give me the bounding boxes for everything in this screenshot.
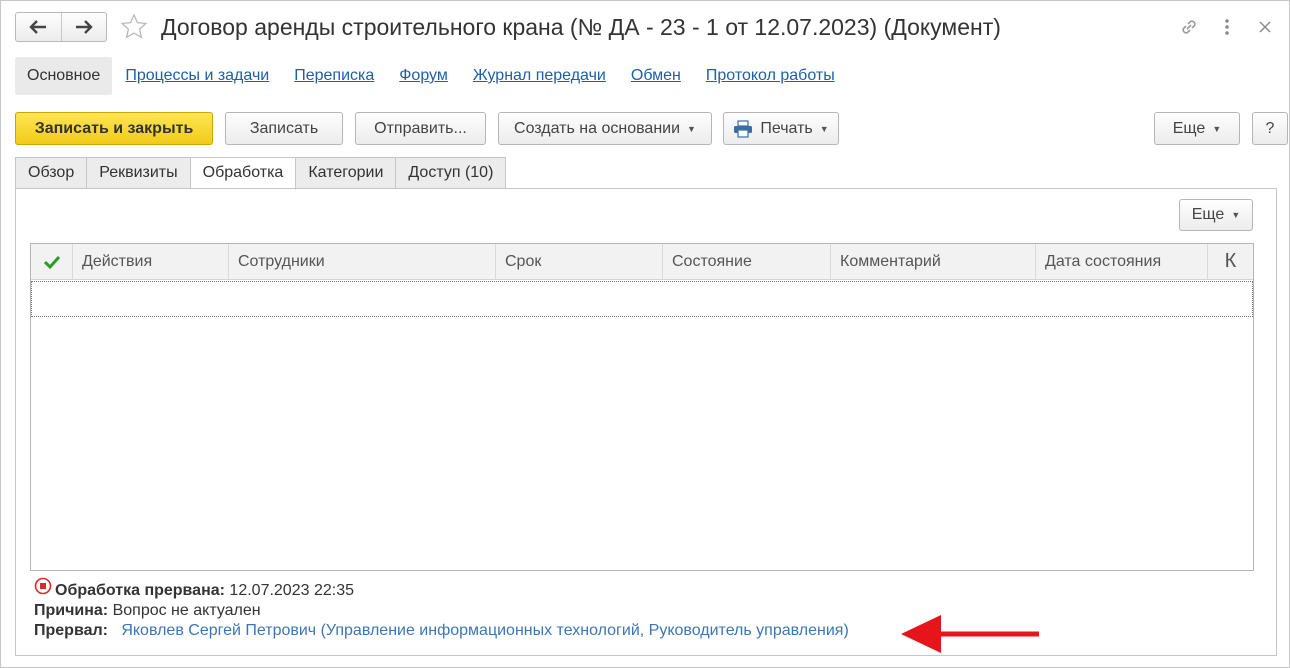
tab-overview[interactable]: Обзор: [15, 157, 88, 189]
annotation-arrow-icon: [901, 615, 1039, 653]
secnav-transfer-log[interactable]: Журнал передачи: [473, 67, 606, 85]
secnav-main[interactable]: Основное: [15, 57, 113, 95]
close-icon[interactable]: [1253, 15, 1277, 39]
document-window: Договор аренды строительного крана (№ ДА…: [0, 0, 1290, 668]
secnav-work-log[interactable]: Протокол работы: [706, 67, 835, 85]
status-reason-line: Причина: Вопрос не актуален: [34, 601, 849, 621]
create-based-button[interactable]: Создать на основании ▼: [498, 112, 712, 145]
more-button[interactable]: Еще ▼: [1154, 112, 1240, 145]
status-by-label: Прервал:: [34, 622, 108, 639]
back-button[interactable]: [16, 13, 61, 41]
print-label: Печать: [760, 119, 813, 137]
panel-more-label: Еще: [1191, 206, 1225, 223]
send-button[interactable]: Отправить...: [355, 112, 486, 145]
column-header-employees[interactable]: Сотрудники: [229, 244, 496, 279]
status-stopped-label: Обработка прервана:: [55, 582, 225, 599]
column-header-deadline[interactable]: Срок: [496, 244, 663, 279]
chevron-down-icon: ▼: [819, 123, 829, 134]
printer-icon: [734, 119, 753, 138]
page-title: Договор аренды строительного крана (№ ДА…: [161, 14, 1001, 40]
status-reason-label: Причина:: [34, 602, 109, 619]
status-by-line: Прервал: Яковлев Сергей Петрович (Управл…: [34, 621, 849, 641]
status-stopped-line: Обработка прервана: 12.07.2023 22:35: [34, 577, 849, 601]
create-based-label: Создать на основании: [514, 119, 681, 137]
processing-status: Обработка прервана: 12.07.2023 22:35 При…: [34, 577, 849, 641]
more-vertical-icon[interactable]: [1215, 15, 1239, 39]
star-icon[interactable]: [120, 13, 148, 41]
column-header-state[interactable]: Состояние: [663, 244, 831, 279]
nav-buttons: [15, 12, 107, 42]
back-arrow-icon: [29, 20, 47, 34]
chevron-down-icon: ▼: [1212, 123, 1222, 134]
status-by-user-link[interactable]: Яковлев Сергей Петрович (Управление инфо…: [121, 622, 848, 640]
help-button[interactable]: ?: [1252, 112, 1288, 145]
tab-bar: Обзор Реквизиты Обработка Категории Дост…: [15, 157, 507, 190]
processing-panel: Еще ▼ Действия Сотрудники Срок Состояние…: [15, 188, 1277, 656]
chevron-down-icon: ▼: [1231, 210, 1241, 220]
checkmark-icon: [43, 255, 60, 269]
status-reason-value: Вопрос не актуален: [112, 602, 261, 619]
forward-button[interactable]: [60, 13, 106, 41]
more-label: Еще: [1172, 119, 1206, 137]
tab-access[interactable]: Доступ (10): [396, 157, 507, 189]
processing-table: Действия Сотрудники Срок Состояние Комме…: [30, 243, 1254, 571]
secnav-processes[interactable]: Процессы и задачи: [125, 67, 269, 85]
column-header-state-date[interactable]: Дата состояния: [1036, 244, 1208, 279]
secnav-forum[interactable]: Форум: [399, 67, 448, 85]
secnav-exchange[interactable]: Обмен: [631, 67, 681, 85]
save-button[interactable]: Записать: [225, 112, 343, 145]
table-row[interactable]: [31, 281, 1253, 317]
title-bar: Договор аренды строительного крана (№ ДА…: [15, 11, 1277, 43]
window-controls: [1177, 15, 1277, 39]
toolbar: Записать и закрыть Записать Отправить...…: [15, 112, 1288, 146]
forward-arrow-icon: [75, 20, 93, 34]
save-close-button[interactable]: Записать и закрыть: [15, 112, 213, 145]
print-button[interactable]: Печать ▼: [723, 112, 839, 145]
column-header-actions[interactable]: Действия: [73, 244, 229, 279]
link-icon[interactable]: [1177, 15, 1201, 39]
section-nav: Основное Процессы и задачи Переписка Фор…: [15, 57, 835, 95]
tab-processing[interactable]: Обработка: [190, 157, 297, 190]
column-header-k[interactable]: К: [1208, 244, 1253, 279]
chevron-down-icon: ▼: [687, 123, 696, 134]
stop-icon: [34, 577, 52, 595]
tab-categories[interactable]: Категории: [296, 157, 397, 189]
panel-more-button[interactable]: Еще ▼: [1179, 199, 1253, 231]
column-header-comment[interactable]: Комментарий: [831, 244, 1036, 279]
column-header-completed[interactable]: [31, 244, 73, 279]
tab-details[interactable]: Реквизиты: [87, 157, 191, 189]
secnav-correspondence[interactable]: Переписка: [294, 67, 374, 85]
status-stopped-value: 12.07.2023 22:35: [229, 582, 354, 599]
table-header: Действия Сотрудники Срок Состояние Комме…: [31, 244, 1253, 280]
